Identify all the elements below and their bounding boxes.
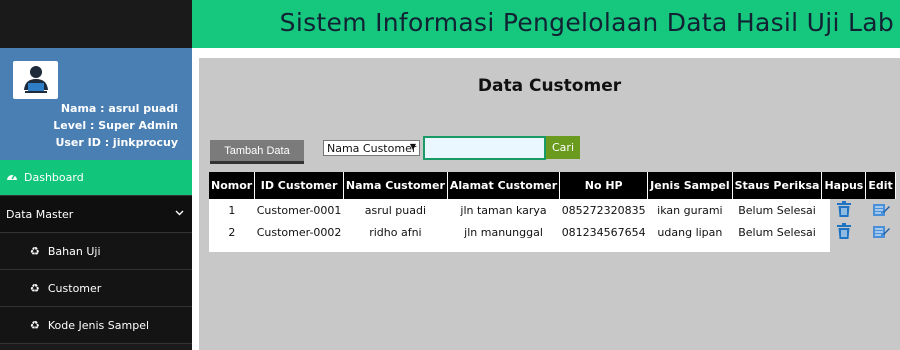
app-title: Sistem Informasi Pengelolaan Data Hasil … <box>279 8 894 37</box>
app-header: Sistem Informasi Pengelolaan Data Hasil … <box>192 0 900 48</box>
cell-status: Belum Selesai <box>738 203 816 217</box>
cell-alamat: jln taman karya <box>460 203 547 217</box>
table-row: 2 Customer-0002 ridho afni jln manunggal… <box>209 221 895 243</box>
sidebar-top <box>0 0 192 48</box>
sidebar-item-bahan-uji[interactable]: ♻ Bahan Uji <box>0 233 192 270</box>
sidebar-item-label: Bahan Uji <box>47 244 101 258</box>
cell-id: Customer-0001 <box>256 203 342 217</box>
cell-nama: ridho afni <box>369 225 422 239</box>
edit-icon <box>872 223 890 242</box>
cell-id: Customer-0002 <box>256 225 342 239</box>
sidebar-item-customer[interactable]: ♻ Customer <box>0 270 192 307</box>
cell-nomor: 2 <box>228 225 236 239</box>
cell-nama: asrul puadi <box>364 203 427 217</box>
customer-table-container: Nomor ID Customer Nama Customer Alamat C… <box>209 172 896 252</box>
col-header: Staus Periksa <box>732 172 823 199</box>
user-laptop-icon <box>13 61 58 99</box>
caret-down-icon: ▼ <box>409 142 416 151</box>
profile-user-id: User ID : jinkprocuy <box>55 136 178 149</box>
page-title: Data Customer <box>477 76 622 96</box>
chevron-down-icon <box>175 206 184 219</box>
cell-jenis: udang lipan <box>657 225 723 239</box>
col-header: Nomor <box>209 172 256 199</box>
col-header: Alamat Customer <box>447 172 561 199</box>
dashboard-icon <box>6 171 18 184</box>
cell-alamat: jln manunggal <box>464 225 543 239</box>
cell-hp: 081234567654 <box>561 225 646 239</box>
cell-jenis: ikan gurami <box>657 203 723 217</box>
add-data-button[interactable]: Tambah Data <box>210 140 304 164</box>
delete-button[interactable] <box>822 199 866 221</box>
col-header: No HP <box>559 172 649 199</box>
search-input[interactable] <box>423 136 546 160</box>
select-value: Nama Customer <box>327 141 417 155</box>
profile-name: Nama : asrul puadi <box>60 102 178 115</box>
delete-button[interactable] <box>822 221 866 243</box>
sidebar-item-label: Dashboard <box>24 171 84 184</box>
edit-button[interactable] <box>866 199 895 221</box>
col-header: Nama Customer <box>343 172 448 199</box>
recycle-icon: ♻ <box>30 281 40 295</box>
col-header: Edit <box>865 172 896 199</box>
sidebar-item-data-master[interactable]: Data Master <box>0 196 192 233</box>
sidebar: Nama : asrul puadi Level : Super Admin U… <box>0 0 192 350</box>
sidebar-item-label: Kode Jenis Sampel <box>47 318 150 332</box>
main-content: Data Customer Tambah Data Nama Customer … <box>192 48 900 350</box>
cell-hp: 085272320835 <box>561 203 646 217</box>
cell-status: Belum Selesai <box>738 225 816 239</box>
profile-level: Level : Super Admin <box>53 119 178 132</box>
col-header: Hapus <box>821 172 867 199</box>
sidebar-item-kode-jenis-sampel[interactable]: ♻ Kode Jenis Sampel <box>0 307 192 344</box>
edit-button[interactable] <box>866 221 895 243</box>
content-panel: Data Customer Tambah Data Nama Customer … <box>199 58 900 350</box>
edit-icon <box>872 201 890 220</box>
col-header: ID Customer <box>254 172 344 199</box>
search-button[interactable]: Cari <box>546 136 580 159</box>
customer-table: Nomor ID Customer Nama Customer Alamat C… <box>209 172 896 243</box>
trash-icon <box>835 222 853 243</box>
sidebar-item-label: Data Master <box>6 207 74 221</box>
sidebar-item-dashboard[interactable]: Dashboard <box>0 160 192 196</box>
table-header-row: Nomor ID Customer Nama Customer Alamat C… <box>209 172 896 199</box>
trash-icon <box>835 200 853 221</box>
col-header: Jenis Sampel <box>647 172 733 199</box>
table-row: 1 Customer-0001 asrul puadi jln taman ka… <box>209 199 895 221</box>
recycle-icon: ♻ <box>30 244 40 258</box>
search-filter-select[interactable]: Nama Customer ▼ <box>323 140 420 156</box>
recycle-icon: ♻ <box>30 318 40 332</box>
cell-nomor: 1 <box>228 203 236 217</box>
sidebar-item-label: Customer <box>47 281 102 295</box>
profile-panel: Nama : asrul puadi Level : Super Admin U… <box>0 48 192 160</box>
